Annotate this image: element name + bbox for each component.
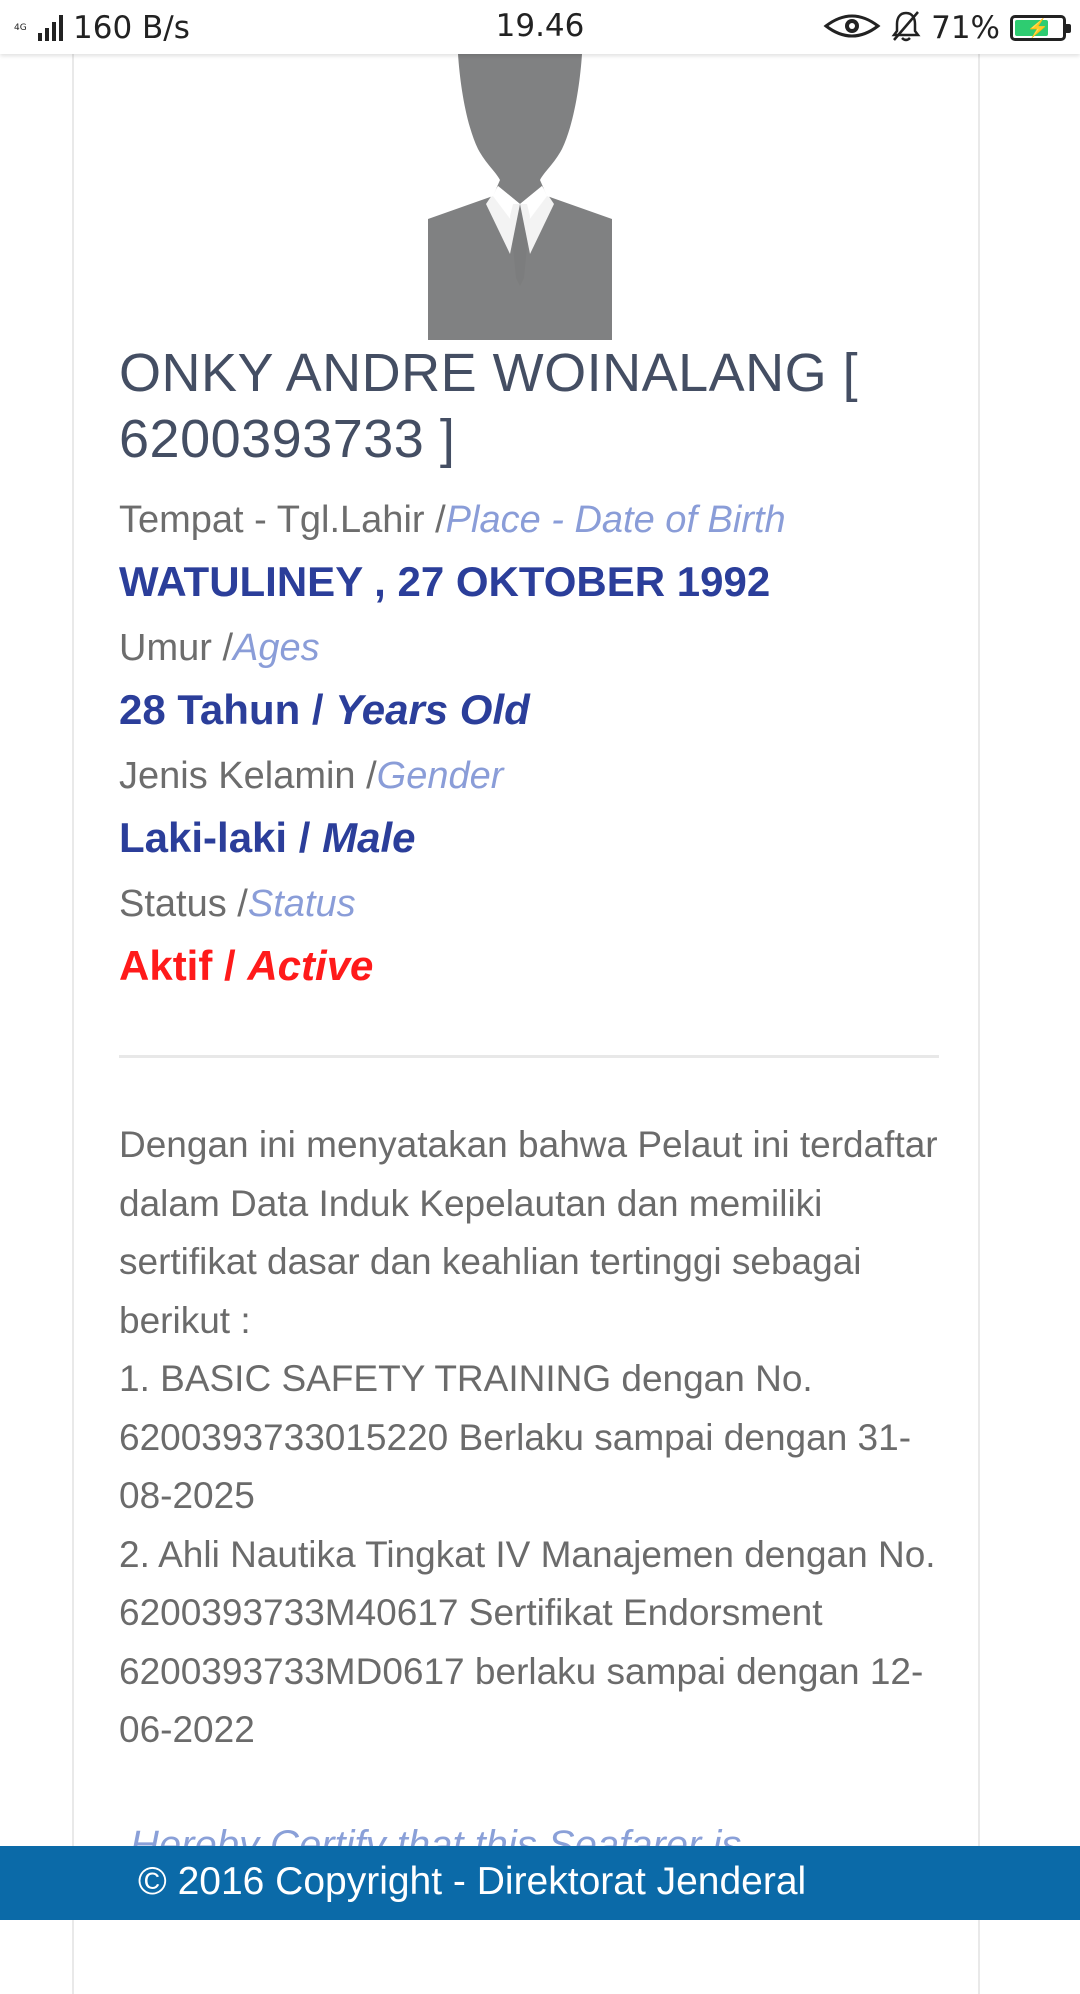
status-field: Status /Status Aktif / Active [119,880,939,992]
birth-value: WATULINEY , 27 OKTOBER 1992 [119,558,771,605]
status-bar: 4G 160 B/s 19.46 71% ⚡ [0,0,1080,54]
field-label: Umur /Ages [119,627,320,669]
bell-off-icon [891,10,921,47]
certificate-item: 2. Ahli Nautika Tingkat IV Manajemen den… [119,1533,936,1751]
field-label: Tempat - Tgl.Lahir /Place - Date of Birt… [119,499,786,541]
age-value: 28 Tahun / Years Old [119,686,530,733]
divider [119,1055,939,1058]
certificate-item: 1. BASIC SAFETY TRAINING dengan No. 6200… [119,1358,912,1516]
battery-charging-icon: ⚡ [1010,15,1071,41]
birth-field: Tempat - Tgl.Lahir /Place - Date of Birt… [119,496,939,608]
certification-statement: Dengan ini menyatakan bahwa Pelaut ini t… [119,1116,959,1760]
eye-icon [823,12,881,45]
gender-value: Laki-laki / Male [119,814,416,861]
profile-card: ONKY ANDRE WOINALANG [ 6200393733 ] Temp… [72,54,980,1994]
copyright-footer: © 2016 Copyright - Direktorat Jenderal [0,1846,1080,1920]
avatar-placeholder-icon [428,54,612,340]
battery-percent: 71% [931,10,1000,46]
gender-field: Jenis Kelamin /Gender Laki-laki / Male [119,752,939,864]
age-field: Umur /Ages 28 Tahun / Years Old [119,624,939,736]
seafarer-name: ONKY ANDRE WOINALANG [ 6200393733 ] [119,343,859,469]
profile-details: ONKY ANDRE WOINALANG [ 6200393733 ] Temp… [119,340,939,1008]
field-label: Status /Status [119,883,356,925]
status-value: Aktif / Active [119,942,374,989]
statement-intro: Dengan ini menyatakan bahwa Pelaut ini t… [119,1124,938,1341]
status-right: 71% ⚡ [823,8,1071,48]
copyright-text: © 2016 Copyright - Direktorat Jenderal [138,1860,807,1903]
field-label: Jenis Kelamin /Gender [119,755,504,797]
